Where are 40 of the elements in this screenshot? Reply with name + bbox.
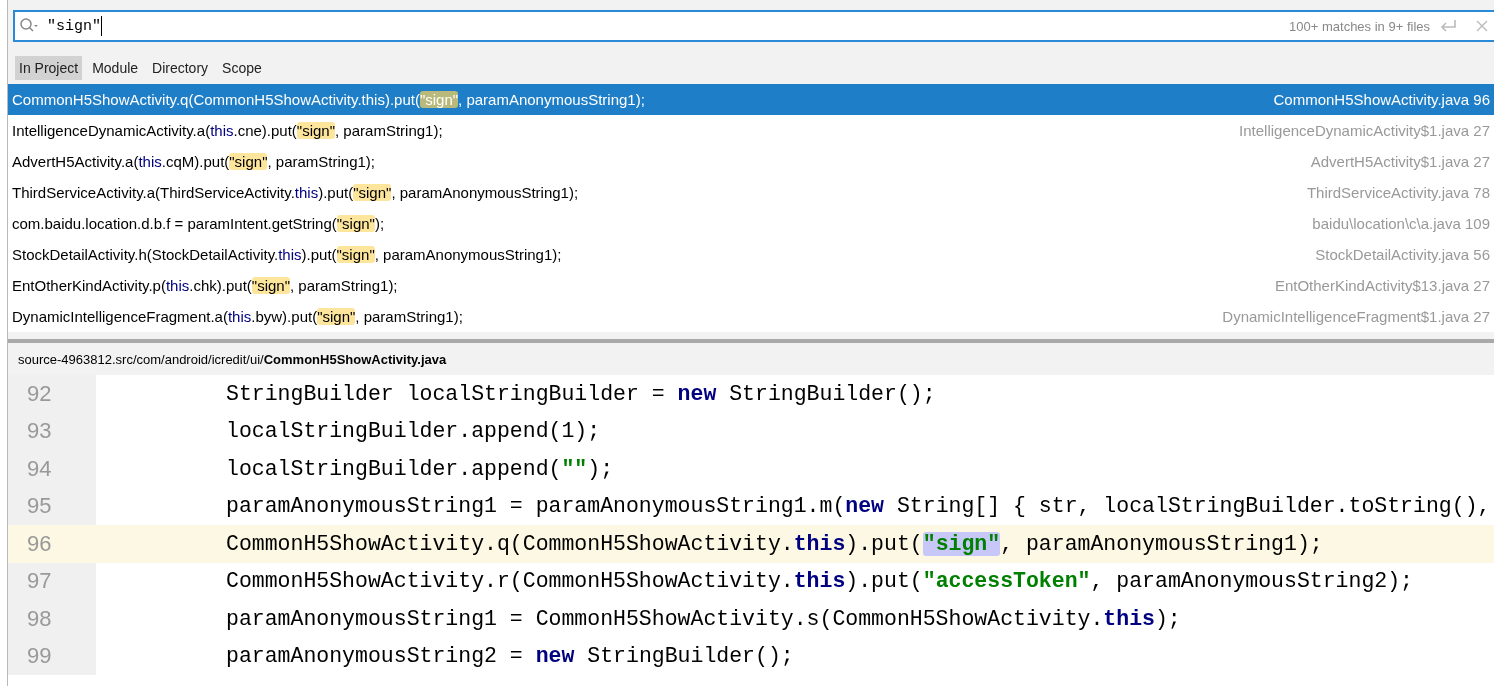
- result-location: IntelligenceDynamicActivity$1.java 27: [1239, 122, 1490, 139]
- code-line: localStringBuilder.append("");: [225, 456, 614, 481]
- result-text: IntelligenceDynamicActivity.a(this.cne).put("sign", paramString1);: [12, 122, 443, 139]
- code-line: CommonH5ShowActivity.q(CommonH5ShowActivity.this).put("sign", paramAnonymousString1);: [225, 531, 1323, 556]
- file-path: source-4963812.src/com/android/icredit/ui/CommonH5ShowActivity.java: [18, 352, 447, 367]
- line-number: 95: [8, 487, 96, 525]
- result-location: AdvertH5Activity$1.java 27: [1310, 153, 1490, 170]
- result-location: DynamicIntelligenceFragment$1.java 27: [1222, 308, 1490, 325]
- scope-tab[interactable]: Directory: [148, 56, 213, 80]
- result-location: StockDetailActivity.java 56: [1315, 246, 1490, 263]
- result-text: AdvertH5Activity.a(this.cqM).put("sign", paramString1);: [12, 153, 375, 170]
- result-location: CommonH5ShowActivity.java 96: [1273, 91, 1490, 108]
- result-text: EntOtherKindActivity.p(this.chk).put("sign", paramString1);: [12, 277, 398, 294]
- line-number: 94: [8, 450, 96, 488]
- result-text: DynamicIntelligenceFragment.a(this.byw).put("sign", paramString1);: [12, 308, 463, 325]
- line-number: 98: [8, 600, 96, 638]
- match-count: 100+ matches in 9+ files: [1289, 18, 1430, 34]
- result-text: com.baidu.location.d.b.f = paramIntent.getString("sign");: [12, 215, 385, 232]
- result-text: ThirdServiceActivity.a(ThirdServiceActivity.this).put("sign", paramAnonymousString1);: [12, 184, 579, 201]
- code-line: paramAnonymousString1 = paramAnonymousString1.m(new String[] { str, localStringBuilder.toString(),: [225, 494, 1491, 519]
- search-field[interactable]: "sign" 100+ matches in 9+ files: [13, 10, 1494, 42]
- enter-icon: [1438, 19, 1458, 33]
- code-line: paramAnonymousString1 = CommonH5ShowActivity.s(CommonH5ShowActivity.this);: [225, 606, 1181, 631]
- line-number: 93: [8, 412, 96, 450]
- close-icon: [1476, 20, 1488, 32]
- line-number: 92: [8, 375, 96, 413]
- scope-tab[interactable]: Scope: [218, 56, 266, 80]
- scope-tab[interactable]: Module: [88, 56, 143, 80]
- search-query: "sign": [47, 16, 102, 36]
- code-line: paramAnonymousString2 = new StringBuilder();: [225, 644, 794, 669]
- result-location: ThirdServiceActivity.java 78: [1306, 184, 1490, 201]
- result-location: EntOtherKindActivity$13.java 27: [1274, 277, 1490, 294]
- result-location: baidu\location\c\a.java 109: [1312, 215, 1490, 232]
- result-text: StockDetailActivity.h(StockDetailActivity.this).put("sign", paramAnonymousString1);: [12, 246, 562, 263]
- line-number: 97: [8, 562, 96, 600]
- code-line: CommonH5ShowActivity.r(CommonH5ShowActivity.this).put("accessToken", paramAnonymousString2);: [225, 569, 1414, 594]
- code-line: StringBuilder localStringBuilder = new StringBuilder();: [225, 381, 936, 406]
- line-number: 99: [8, 637, 96, 675]
- scope-tab[interactable]: In Project: [15, 56, 83, 80]
- code-line: localStringBuilder.append(1);: [225, 419, 601, 444]
